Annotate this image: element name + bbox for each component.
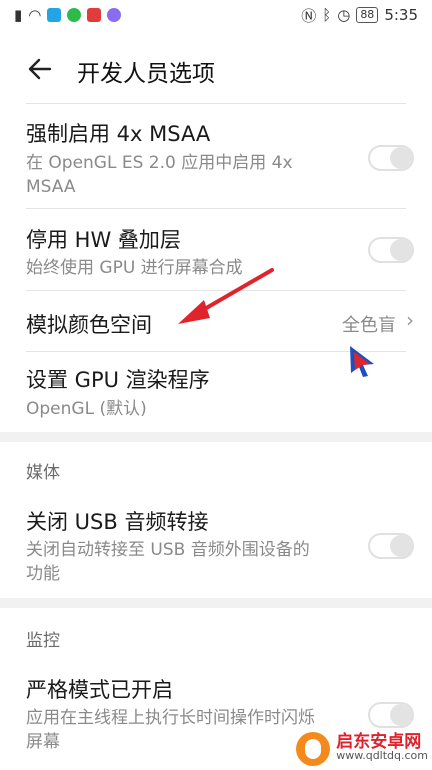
- wifi-icon: ◠: [28, 6, 42, 24]
- status-bar: ▮ ◠ Ⓝ ᛒ ◷ 88 5:35: [0, 0, 432, 30]
- setting-force-4x-msaa[interactable]: 强制启用 4x MSAA 在 OpenGL ES 2.0 应用中启用 4x MS…: [0, 104, 432, 208]
- chevron-right-icon: ›: [406, 308, 414, 332]
- setting-title: 严格模式已开启: [26, 678, 173, 702]
- setting-title: 关闭 USB 音频转接: [26, 510, 209, 534]
- app-bar: 开发人员选项: [0, 40, 432, 98]
- watermark-url: www.qdltdq.com: [336, 749, 428, 762]
- msaa-toggle[interactable]: [368, 145, 414, 171]
- setting-subtitle: 应用在主线程上执行长时间操作时闪烁屏幕: [26, 708, 315, 752]
- app-notification-icon: [87, 8, 102, 22]
- wechat-icon: [67, 8, 82, 22]
- watermark: 启东安卓网 www.qdltdq.com: [296, 732, 428, 766]
- setting-title: 设置 GPU 渲染程序: [26, 368, 210, 392]
- clock: 5:35: [384, 6, 418, 24]
- battery-icon: 88: [356, 7, 379, 23]
- usb-audio-toggle[interactable]: [368, 533, 414, 559]
- setting-subtitle: 关闭自动转接至 USB 音频外围设备的功能: [26, 540, 310, 584]
- section-gap: [0, 598, 432, 608]
- setting-subtitle: 在 OpenGL ES 2.0 应用中启用 4x MSAA: [26, 153, 293, 197]
- app-notification-icon: [107, 8, 122, 22]
- bluetooth-icon: ᛒ: [322, 6, 332, 24]
- setting-title: 强制启用 4x MSAA: [26, 122, 211, 146]
- status-bar-notifications: ▮ ◠: [14, 6, 122, 24]
- strict-mode-toggle[interactable]: [368, 702, 414, 728]
- back-arrow-icon[interactable]: [26, 56, 52, 82]
- section-header-monitoring: 监控: [26, 631, 60, 651]
- setting-title: 停用 HW 叠加层: [26, 228, 181, 252]
- watermark-name: 启东安卓网: [336, 732, 422, 752]
- section-header-media: 媒体: [26, 463, 60, 483]
- section-gap: [0, 432, 432, 442]
- app-notification-icon: [47, 8, 62, 22]
- watermark-logo-icon: [296, 732, 331, 766]
- setting-value: 全色盲: [342, 315, 396, 336]
- status-bar-system: Ⓝ ᛒ ◷ 88 5:35: [301, 5, 418, 26]
- hw-overlays-toggle[interactable]: [368, 237, 414, 263]
- setting-subtitle: OpenGL (默认): [26, 399, 147, 419]
- annotation-arrow-icon: [178, 268, 274, 324]
- cellular-signal-icon: ▮: [14, 6, 23, 24]
- setting-disable-usb-audio-routing[interactable]: 关闭 USB 音频转接 关闭自动转接至 USB 音频外围设备的功能: [0, 494, 432, 598]
- page-title: 开发人员选项: [77, 61, 215, 87]
- mouse-cursor-icon: [350, 346, 374, 377]
- nfc-icon: Ⓝ: [301, 6, 317, 25]
- setting-title: 模拟颜色空间: [26, 313, 152, 337]
- alarm-icon: ◷: [337, 6, 351, 24]
